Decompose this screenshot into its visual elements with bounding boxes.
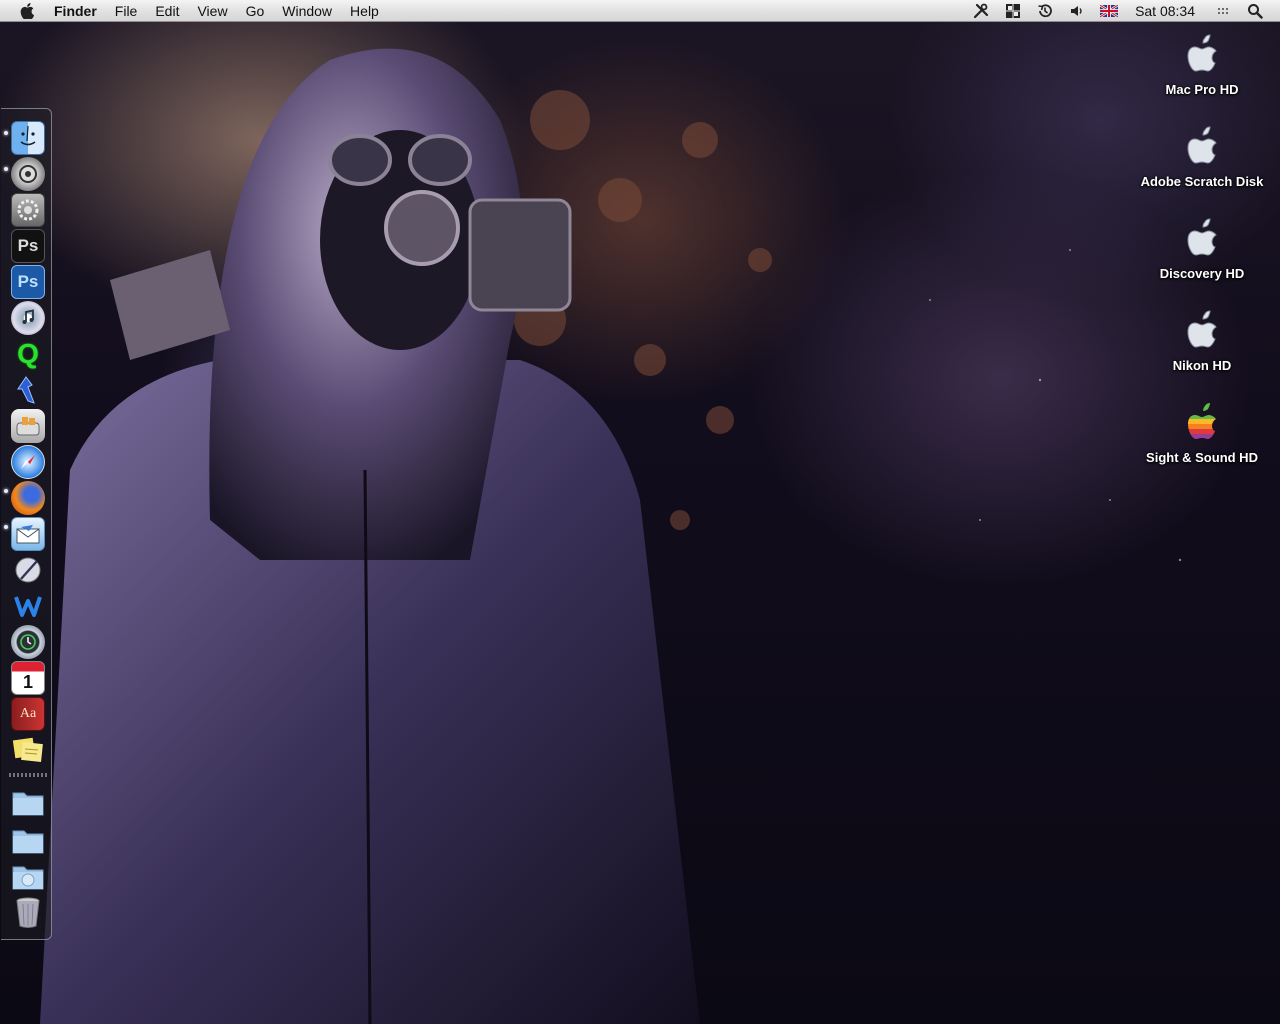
trash-icon[interactable] <box>11 895 45 929</box>
desktop-drive[interactable]: Discovery HD <box>1132 216 1272 281</box>
drive-label: Mac Pro HD <box>1165 82 1239 97</box>
menu-finder[interactable]: Finder <box>50 0 106 22</box>
running-indicator <box>4 525 8 529</box>
menu-view[interactable]: View <box>188 0 236 22</box>
dots-icon[interactable] <box>1212 0 1234 22</box>
volume-icon[interactable] <box>1066 0 1088 22</box>
stickies-icon[interactable] <box>11 733 45 767</box>
automator-icon[interactable] <box>11 373 45 407</box>
drive-label: Adobe Scratch Disk <box>1140 174 1264 189</box>
menu-help[interactable]: Help <box>341 0 388 22</box>
desktop-drive[interactable]: Mac Pro HD <box>1132 32 1272 97</box>
folder-stack-icon[interactable] <box>11 785 45 819</box>
apple-drive-icon <box>1187 218 1217 256</box>
gas-mask-figure-illustration <box>40 48 1182 1024</box>
dock-separator <box>9 773 47 777</box>
apple-logo-icon[interactable] <box>18 2 36 20</box>
system-status-icon[interactable] <box>11 157 45 191</box>
menu-window[interactable]: Window <box>273 0 341 22</box>
photoshop-dark-icon[interactable]: Ps <box>11 229 45 263</box>
safari-icon[interactable] <box>11 445 45 479</box>
time-machine-icon[interactable] <box>11 625 45 659</box>
menu-edit[interactable]: Edit <box>146 0 188 22</box>
running-indicator <box>4 131 8 135</box>
mail-icon[interactable] <box>11 517 45 551</box>
menubar-clock[interactable]: Sat 08:34 <box>1135 3 1195 19</box>
menu-bar: Finder File Edit View Go Window Help Sat… <box>0 0 1280 22</box>
menu-extras: Sat 08:34 <box>965 0 1280 22</box>
tools-icon[interactable] <box>970 0 992 22</box>
script-editor-icon[interactable] <box>11 553 45 587</box>
desktop-wallpaper <box>0 0 1280 1024</box>
spaces-icon[interactable] <box>1002 0 1024 22</box>
system-preferences-icon[interactable] <box>11 193 45 227</box>
menu-file[interactable]: File <box>106 0 147 22</box>
quicktime-icon[interactable]: Q <box>11 337 45 371</box>
desktop-drive[interactable]: Nikon HD <box>1132 308 1272 373</box>
dictionary-icon[interactable]: Aa <box>11 697 45 731</box>
photoshop-blue-icon[interactable]: Ps <box>11 265 45 299</box>
rainbow-apple-drive-icon <box>1188 403 1216 439</box>
apple-drive-icon <box>1187 126 1217 164</box>
downloads-stack-icon[interactable] <box>11 859 45 893</box>
toaster-icon[interactable] <box>11 409 45 443</box>
desktop-drive[interactable]: Adobe Scratch Disk <box>1132 124 1272 189</box>
apple-drive-icon <box>1187 310 1217 348</box>
running-indicator <box>4 167 8 171</box>
dock: Ps Ps Q 1 Aa <box>1 108 52 940</box>
spotlight-search-icon[interactable] <box>1244 0 1266 22</box>
running-indicator <box>4 489 8 493</box>
apple-drive-icon <box>1187 34 1217 72</box>
desktop-drive[interactable]: Sight & Sound HD <box>1132 400 1272 465</box>
drive-label: Discovery HD <box>1159 266 1245 281</box>
uk-flag-icon[interactable] <box>1098 0 1120 22</box>
ical-icon[interactable]: 1 <box>11 661 45 695</box>
ftp-client-icon[interactable] <box>11 589 45 623</box>
itunes-icon[interactable] <box>11 301 45 335</box>
finder-icon[interactable] <box>11 121 45 155</box>
time-machine-icon[interactable] <box>1034 0 1056 22</box>
drive-label: Nikon HD <box>1172 358 1232 373</box>
drive-label: Sight & Sound HD <box>1146 450 1258 465</box>
folder-stack-2-icon[interactable] <box>11 823 45 857</box>
firefox-icon[interactable] <box>11 481 45 515</box>
menu-go[interactable]: Go <box>237 0 274 22</box>
